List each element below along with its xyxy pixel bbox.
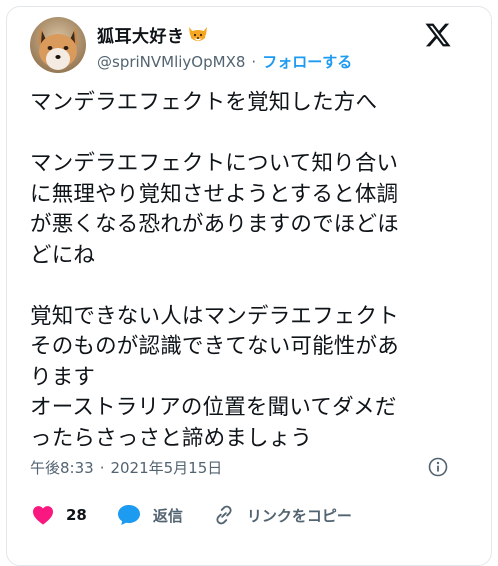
link-icon: [213, 504, 235, 526]
author-handle[interactable]: @spriNVMliyOpMX8: [97, 53, 245, 71]
follow-button[interactable]: フォローする: [262, 51, 352, 72]
copy-link-button[interactable]: リンクをコピー: [213, 504, 352, 526]
like-count: 28: [66, 506, 87, 524]
timestamp-row[interactable]: 午後8:33 · 2021年5月15日: [30, 457, 222, 478]
x-logo-icon[interactable]: [424, 21, 452, 49]
separator-dot: ·: [251, 52, 257, 71]
author-avatar[interactable]: [30, 17, 86, 73]
tweet-line: マンデラエフェクトを覚知した方へ: [30, 90, 378, 115]
tweet-line: [30, 119, 470, 150]
reply-button[interactable]: 返信: [117, 504, 183, 526]
tweet-date: 2021年5月15日: [110, 459, 223, 477]
tweet-time: 午後8:33: [30, 459, 94, 477]
tweet-line: マンデラエフェクトについて知り合い: [30, 151, 399, 176]
action-bar: 28 返信 リンクをコピー: [32, 504, 352, 526]
like-button[interactable]: 28: [32, 505, 87, 525]
tweet-line: [30, 271, 470, 302]
tweet-line: ります: [30, 364, 96, 390]
tweet-line: に無理やり覚知させようとすると体調: [30, 181, 399, 207]
fox-avatar-image: [30, 17, 86, 73]
tweet-line: 覚知できない人はマンデラエフェクト: [30, 303, 399, 329]
tweet-line: が悪くなる恐れがありますのでほどほ: [30, 212, 399, 237]
speech-bubble-icon: [117, 504, 141, 526]
author-name[interactable]: 狐耳大好き: [97, 22, 208, 47]
copy-link-label: リンクをコピー: [246, 506, 352, 525]
handle-row: @spriNVMliyOpMX8 · フォローする: [97, 51, 352, 72]
tweet-line: ったらさっさと諦めましょう: [30, 425, 313, 451]
separator-dot: ·: [99, 458, 105, 477]
info-icon[interactable]: [428, 457, 448, 477]
tweet-line: オーストラリアの位置を聞いてダメだ: [30, 395, 397, 420]
fox-face-emoji-icon: [188, 26, 208, 44]
reply-label: 返信: [152, 506, 183, 525]
tweet-line: そのものが認識できてない可能性があ: [30, 334, 399, 359]
tweet-line: どにね: [30, 242, 96, 268]
heart-icon: [32, 505, 54, 525]
display-name: 狐耳大好き: [97, 27, 185, 47]
tweet-text: マンデラエフェクトを覚知した方へ マンデラエフェクトについて知り合い に無理やり…: [30, 88, 470, 454]
